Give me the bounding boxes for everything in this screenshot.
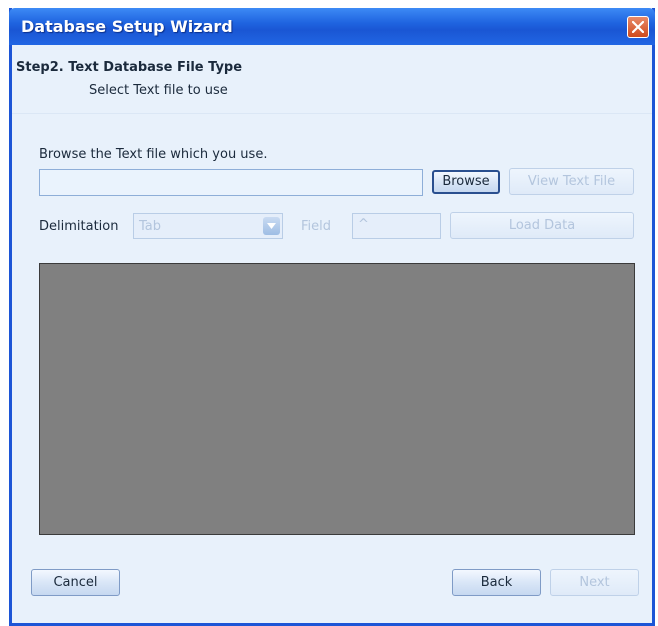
field-label: Field	[301, 219, 332, 234]
load-data-button[interactable]: Load Data	[450, 212, 634, 239]
window-title: Database Setup Wizard	[21, 17, 233, 36]
data-preview-panel	[39, 263, 635, 535]
next-button[interactable]: Next	[550, 569, 639, 596]
step-title: Step2. Text Database File Type	[16, 60, 243, 75]
delimitation-select[interactable]: Tab	[133, 213, 283, 239]
file-path-input[interactable]	[39, 169, 423, 196]
step-subtitle: Select Text file to use	[89, 83, 228, 98]
browse-button[interactable]: Browse	[432, 170, 500, 194]
cancel-button[interactable]: Cancel	[31, 569, 120, 596]
dropdown-arrow-icon[interactable]	[263, 217, 280, 235]
view-text-file-button[interactable]: View Text File	[509, 168, 634, 195]
delimitation-value: Tab	[139, 219, 162, 234]
header-divider	[12, 113, 652, 114]
field-input[interactable]: ^	[352, 213, 441, 239]
browse-label: Browse the Text file which you use.	[39, 147, 268, 162]
close-button[interactable]	[627, 16, 649, 38]
wizard-content: Step2. Text Database File Type Select Te…	[12, 45, 652, 623]
delimitation-label: Delimitation	[39, 219, 119, 234]
back-button[interactable]: Back	[452, 569, 541, 596]
close-icon	[632, 21, 644, 33]
title-bar[interactable]: Database Setup Wizard	[9, 8, 655, 45]
